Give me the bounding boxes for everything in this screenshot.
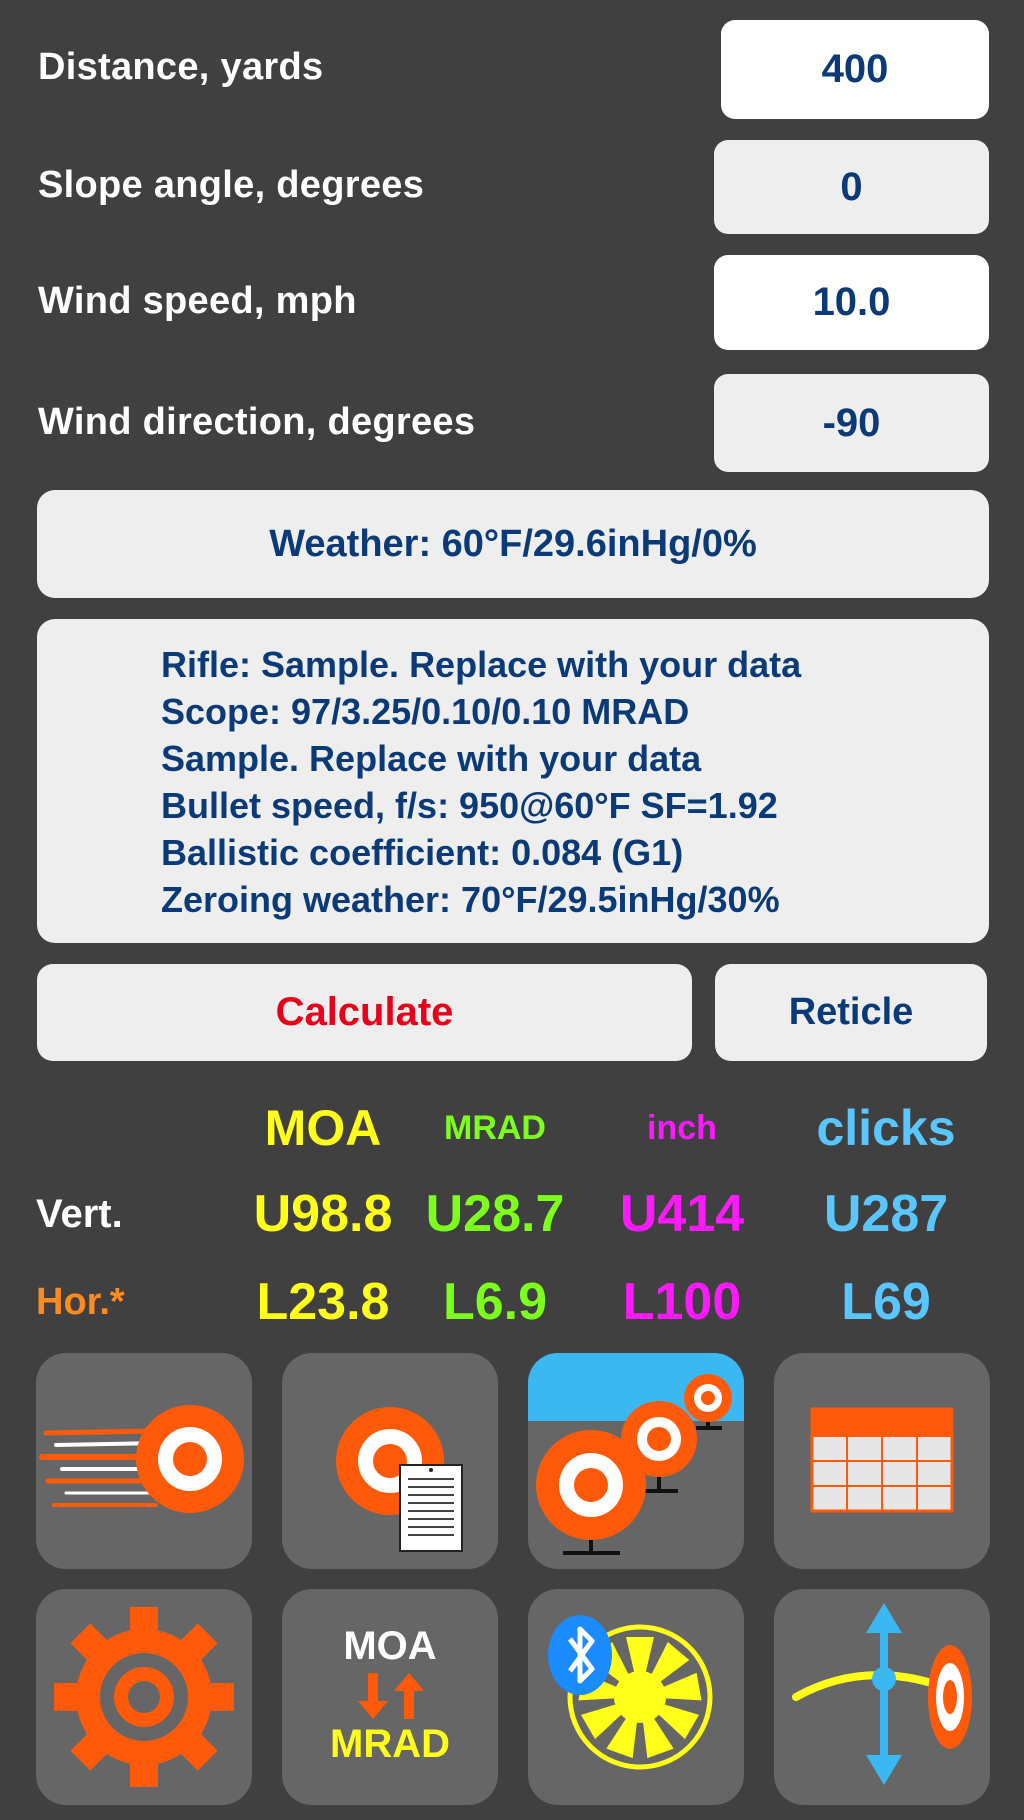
convert-mrad-text: MRAD (330, 1722, 450, 1766)
vert-clicks: U287 (823, 1185, 949, 1243)
slope-field[interactable]: 0 (714, 140, 989, 234)
bluetooth-wind-meter-icon (548, 1615, 713, 1770)
moa-mrad-convert-icon: MOA MRAD (330, 1624, 450, 1766)
mrad-header: MRAD (444, 1109, 546, 1147)
convert-moa-text: MOA (343, 1624, 436, 1668)
range-table-icon (810, 1407, 954, 1513)
moa-mrad-convert-tile[interactable]: MOA MRAD (282, 1589, 498, 1805)
profile-line: Rifle: Sample. Replace with your data (161, 644, 802, 685)
settings-gear-icon (54, 1607, 234, 1787)
fast-target-tile[interactable] (36, 1353, 252, 1569)
rifle-profile-panel[interactable]: Rifle: Sample. Replace with your data Sc… (37, 619, 989, 943)
vert-moa: U98.8 (253, 1185, 393, 1243)
trajectory-target-icon (792, 1603, 972, 1785)
distance-field[interactable]: 400 (721, 20, 989, 119)
profile-line: Bullet speed, f/s: 950@60°F SF=1.92 (161, 785, 778, 826)
wind-speed-field[interactable]: 10.0 (714, 255, 989, 350)
wind-direction-field[interactable]: -90 (714, 374, 989, 472)
hor-mrad: L6.9 (442, 1273, 548, 1331)
target-notes-icon (336, 1407, 463, 1552)
target-notes-tile[interactable] (282, 1353, 498, 1569)
profile-line: Zeroing weather: 70°F/29.5inHg/30% (161, 879, 780, 920)
hor-moa: L23.8 (256, 1273, 390, 1331)
multiple-targets-tile[interactable] (528, 1353, 744, 1569)
calculate-button[interactable]: Calculate (37, 964, 692, 1061)
profile-line: Sample. Replace with your data (161, 738, 702, 779)
moa-header: MOA (264, 1100, 382, 1156)
clicks-header: clicks (816, 1100, 956, 1156)
weather-button[interactable]: Weather: 60°F/29.6inHg/0% (37, 490, 989, 598)
hor-label: Hor.* (36, 1281, 125, 1323)
hor-inch: L100 (622, 1273, 742, 1331)
inch-header: inch (647, 1109, 717, 1147)
fast-target-icon (39, 1405, 244, 1513)
vert-inch: U414 (619, 1185, 745, 1243)
vert-mrad: U28.7 (425, 1185, 565, 1243)
wind-direction-label: Wind direction, degrees (38, 401, 476, 443)
bluetooth-wind-meter-tile[interactable] (528, 1589, 744, 1805)
range-table-tile[interactable] (774, 1353, 990, 1569)
trajectory-target-tile[interactable] (774, 1589, 990, 1805)
profile-line: Ballistic coefficient: 0.084 (G1) (161, 832, 684, 873)
weather-text: Weather: 60°F/29.6inHg/0% (269, 522, 757, 565)
slope-label: Slope angle, degrees (38, 164, 425, 206)
multiple-targets-icon (528, 1353, 744, 1555)
distance-label: Distance, yards (38, 46, 324, 88)
reticle-button[interactable]: Reticle (715, 964, 987, 1061)
wind-speed-label: Wind speed, mph (38, 280, 357, 322)
vert-label: Vert. (36, 1192, 123, 1236)
settings-tile[interactable] (36, 1589, 252, 1805)
hor-clicks: L69 (841, 1273, 931, 1331)
profile-line: Scope: 97/3.25/0.10/0.10 MRAD (161, 691, 690, 732)
